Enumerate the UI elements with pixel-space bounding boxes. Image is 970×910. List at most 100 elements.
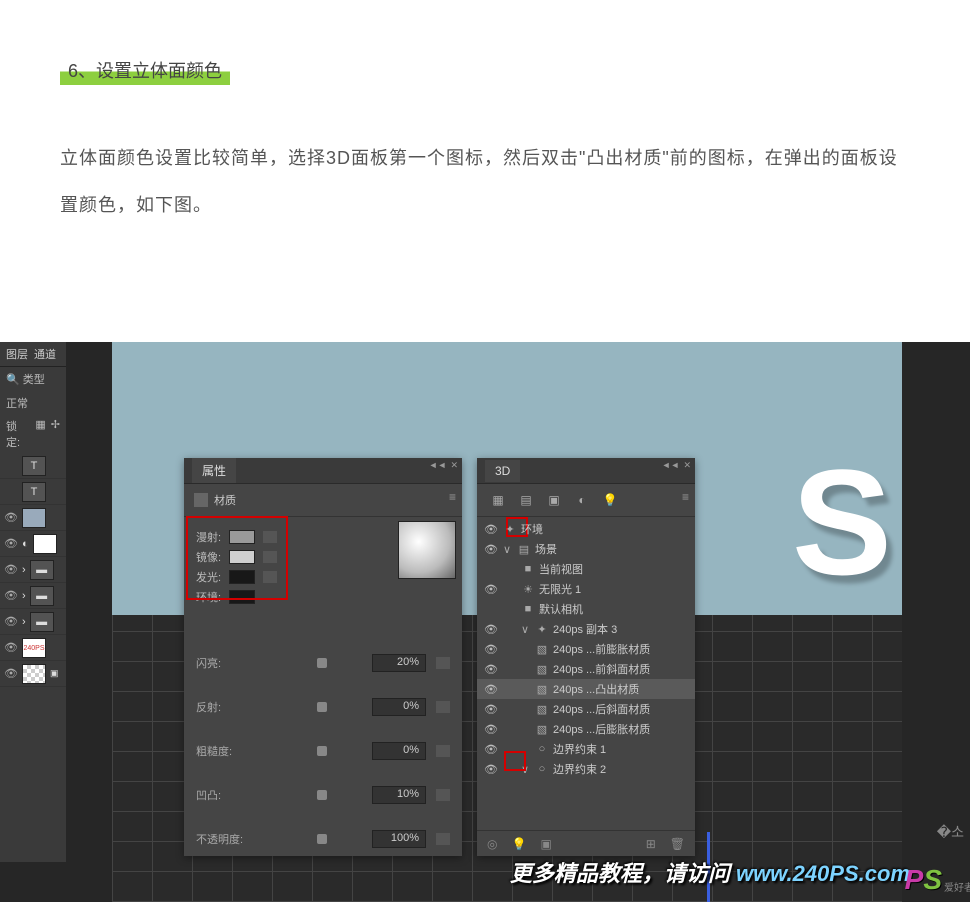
folder-icon: ▬	[30, 560, 54, 580]
tree-row[interactable]: ■默认相机	[477, 599, 695, 619]
material-icon[interactable]: ▧	[535, 703, 549, 716]
expand-icon[interactable]: ∨	[503, 543, 513, 556]
collapse-icon[interactable]: ◄◄	[662, 460, 680, 471]
opacity-flag-icon[interactable]	[436, 833, 450, 845]
diffuse-label: 漫射:	[196, 529, 221, 545]
material-icon[interactable]: ▧	[535, 643, 549, 656]
material-preview[interactable]	[398, 521, 456, 579]
glow-texture-icon[interactable]	[263, 571, 277, 583]
layer-row[interactable]: 👁▣	[0, 661, 66, 687]
search-icon[interactable]: 🔍	[6, 374, 20, 386]
chevron-right-icon[interactable]: ›	[22, 590, 26, 602]
glow-swatch[interactable]	[229, 570, 255, 584]
tree-row[interactable]: 👁∨✦240ps 副本 3	[477, 619, 695, 639]
opacity-value[interactable]: 100%	[372, 830, 426, 848]
tree-row[interactable]: ■当前视图	[477, 559, 695, 579]
filter-material-icon[interactable]: ◐	[573, 492, 591, 508]
lock-pixel-icon[interactable]: ▦	[35, 418, 45, 450]
layer-row[interactable]: 👁›▬	[0, 583, 66, 609]
layer-row[interactable]: 👁 › ▬	[0, 557, 66, 583]
visibility-icon[interactable]: 👁	[4, 537, 18, 550]
opacity-label: 不透明度:	[196, 831, 248, 847]
visibility-icon[interactable]: 👁	[483, 683, 499, 696]
tree-row[interactable]: 👁▧240ps ...前膨胀材质	[477, 639, 695, 659]
footer-camera-icon[interactable]: ▣	[540, 837, 551, 851]
tree-row[interactable]: 👁○边界约束 1	[477, 739, 695, 759]
tree-row[interactable]: 👁▧240ps ...后膨胀材质	[477, 719, 695, 739]
diffuse-swatch[interactable]	[229, 530, 255, 544]
footer-new-icon[interactable]: ⊞	[646, 837, 656, 851]
diffuse-texture-icon[interactable]	[263, 531, 277, 543]
visibility-icon[interactable]: 👁	[4, 511, 18, 524]
layers-tab[interactable]: 图层	[6, 346, 28, 362]
expand-icon[interactable]: ∨	[521, 763, 531, 776]
visibility-icon[interactable]: 👁	[4, 563, 18, 576]
visibility-icon[interactable]: 👁	[483, 543, 499, 556]
specular-swatch[interactable]	[229, 550, 255, 564]
shine-flag-icon[interactable]	[436, 657, 450, 669]
3d-tab[interactable]: 3D	[485, 460, 520, 482]
filter-light-icon[interactable]: 💡	[601, 492, 619, 508]
tree-row[interactable]: 👁∨○边界约束 2	[477, 759, 695, 779]
reflect-value[interactable]: 0%	[372, 698, 426, 716]
visibility-icon[interactable]: 👁	[4, 667, 18, 680]
rough-flag-icon[interactable]	[436, 745, 450, 757]
tree-row[interactable]: 👁▧240ps ...后斜面材质	[477, 699, 695, 719]
tree-row[interactable]: 👁☀无限光 1	[477, 579, 695, 599]
blend-mode[interactable]: 正常	[0, 391, 66, 415]
layer-row[interactable]: 👁	[0, 505, 66, 531]
panel-menu-icon[interactable]: ≡	[449, 490, 456, 504]
lock-pos-icon[interactable]: ✢	[51, 418, 60, 450]
filter-scene-icon[interactable]: ▤	[517, 492, 535, 508]
material-icon[interactable]: ▧	[535, 663, 549, 676]
visibility-icon[interactable]: 👁	[483, 643, 499, 656]
filter-mesh-icon[interactable]: ▣	[545, 492, 563, 508]
tree-row[interactable]: 👁▧240ps ...前斜面材质	[477, 659, 695, 679]
material-icon[interactable]: ▧	[535, 683, 549, 696]
filter-type[interactable]: 类型	[23, 374, 45, 386]
tree-row[interactable]: 👁✦环境	[477, 519, 695, 539]
lock-label: 锁定:	[6, 418, 30, 450]
visibility-icon[interactable]: 👁	[4, 589, 18, 602]
link-icon[interactable]: �소	[937, 822, 964, 842]
layer-row[interactable]: T	[0, 453, 66, 479]
visibility-icon[interactable]: 👁	[483, 663, 499, 676]
collapse-icon[interactable]: ◄◄	[429, 460, 447, 471]
close-icon[interactable]: ✕	[683, 460, 691, 471]
visibility-icon[interactable]: 👁	[483, 743, 499, 756]
layer-row[interactable]: 👁◐	[0, 531, 66, 557]
material-sub-label: 材质	[214, 492, 236, 508]
visibility-icon[interactable]: 👁	[483, 523, 499, 536]
visibility-icon[interactable]: 👁	[483, 583, 499, 596]
bump-value[interactable]: 10%	[372, 786, 426, 804]
tree-row-selected[interactable]: 👁▧240ps ...凸出材质	[477, 679, 695, 699]
visibility-icon[interactable]: 👁	[4, 641, 18, 654]
material-mode-icon[interactable]	[194, 493, 208, 507]
filter-all-icon[interactable]: ▦	[489, 492, 507, 508]
footer-light-icon[interactable]: 💡	[511, 837, 526, 851]
ambient-swatch[interactable]	[229, 590, 255, 604]
chevron-right-icon[interactable]: ›	[22, 564, 26, 576]
material-icon[interactable]: ▧	[535, 723, 549, 736]
visibility-icon[interactable]: 👁	[483, 723, 499, 736]
visibility-icon[interactable]: 👁	[483, 623, 499, 636]
channels-tab[interactable]: 通道	[34, 346, 56, 362]
visibility-icon[interactable]: 👁	[483, 763, 499, 776]
visibility-icon[interactable]: 👁	[4, 615, 18, 628]
rough-value[interactable]: 0%	[372, 742, 426, 760]
specular-texture-icon[interactable]	[263, 551, 277, 563]
reflect-flag-icon[interactable]	[436, 701, 450, 713]
layer-row[interactable]: 👁240PS	[0, 635, 66, 661]
layer-row[interactable]: T	[0, 479, 66, 505]
close-icon[interactable]: ✕	[450, 460, 458, 471]
visibility-icon[interactable]: 👁	[483, 703, 499, 716]
footer-delete-icon[interactable]: 🗑	[670, 837, 685, 851]
footer-search-icon[interactable]: ◎	[487, 837, 497, 851]
layer-row[interactable]: 👁›▬	[0, 609, 66, 635]
shine-value[interactable]: 20%	[372, 654, 426, 672]
properties-tab[interactable]: 属性	[192, 458, 236, 483]
bump-flag-icon[interactable]	[436, 789, 450, 801]
tree-row[interactable]: 👁∨▤场景	[477, 539, 695, 559]
chevron-right-icon[interactable]: ›	[22, 616, 26, 628]
expand-icon[interactable]: ∨	[521, 623, 531, 636]
